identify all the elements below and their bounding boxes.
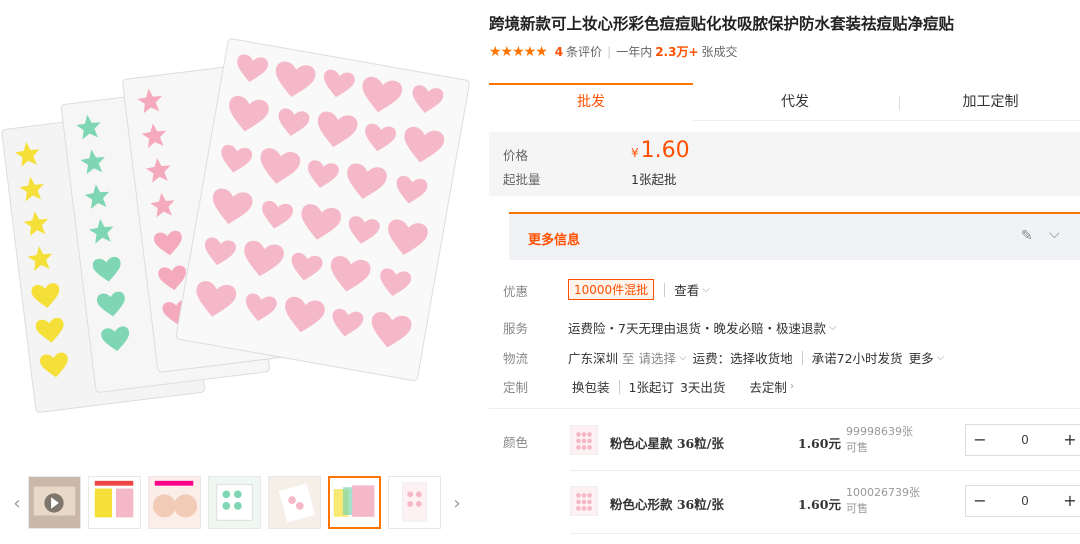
section-divider	[489, 408, 1080, 409]
period-label: 一年内	[616, 45, 653, 59]
tab-divider	[899, 96, 900, 110]
variant-stock-count: 100026739张	[846, 486, 920, 499]
chevron-down-icon[interactable]: ⌵	[702, 284, 710, 295]
thumbnail-3[interactable]	[148, 476, 201, 529]
promo-row: 10000件混批 查看 ⌵	[568, 279, 710, 300]
thumbnail-video[interactable]	[28, 476, 81, 529]
quantity-stepper: − +	[965, 485, 1080, 517]
custom-option[interactable]: 换包装	[572, 377, 610, 396]
service-label: 服务	[503, 321, 529, 336]
increment-button[interactable]: +	[1056, 425, 1080, 455]
review-count[interactable]: 4	[555, 45, 563, 59]
to-label: 至	[622, 351, 635, 366]
chevron-right-icon[interactable]: ›	[790, 381, 794, 392]
rating-divider: |	[607, 44, 612, 59]
custom-lead-time: 3天出货	[679, 380, 726, 395]
variant-stock: 99998639张 可售	[846, 424, 913, 456]
review-label[interactable]: 条评价	[566, 43, 602, 60]
rating-row: ★★★★★ 4 条评价 | 一年内 2.3万+ 张成交	[489, 43, 738, 60]
min-order-value: 1张起批	[631, 172, 677, 187]
thumbnail-strip: ‹ ›	[10, 476, 470, 532]
variant-stock-count: 99998639张	[846, 425, 913, 438]
variant-row: 粉色心形款 36粒/张 1.60元 100026739张可售 − +	[570, 481, 1080, 523]
deal-label: 张成交	[701, 45, 738, 59]
chevron-down-icon[interactable]: ⌵	[829, 322, 837, 333]
service-text: 运费险・7天无理由退货・晚发必赔・极速退款	[568, 321, 826, 336]
ship-from: 广东深圳	[568, 351, 619, 366]
variant-thumb-icon	[576, 493, 592, 511]
quantity-input[interactable]	[1002, 425, 1048, 455]
thumbnail-4[interactable]	[208, 476, 261, 529]
logistics-row: 广东深圳 至 请选择 ⌵ 运费：选择收货地 承诺72小时发货 更多 ⌵	[568, 348, 944, 367]
decrement-button[interactable]: −	[966, 486, 994, 516]
custom-row: 换包装 1张起订 3天出货 去定制 ›	[572, 377, 794, 396]
decrement-button[interactable]: −	[966, 425, 994, 455]
freight-text: 运费：选择收货地	[692, 351, 793, 366]
variant-stock: 100026739张 可售	[846, 485, 920, 517]
tab-custom-processing[interactable]: 加工定制	[901, 83, 1080, 121]
logistics-divider	[801, 350, 803, 365]
variant-name: 粉色心星款 36粒/张	[610, 436, 724, 451]
variant-stock-label: 可售	[846, 502, 868, 515]
tab-wholesale[interactable]: 批发	[489, 83, 693, 121]
custom-label: 定制	[503, 380, 529, 395]
promo-label: 优惠	[503, 284, 529, 299]
quantity-stepper: − +	[965, 424, 1080, 456]
thumb-prev-arrow-icon[interactable]: ‹	[10, 492, 24, 516]
promo-view-link[interactable]: 查看	[674, 280, 699, 299]
custom-min-order: 1张起订	[628, 380, 674, 395]
quantity-input[interactable]	[1002, 486, 1048, 516]
rating-stars-icon: ★★★★★	[489, 43, 548, 60]
service-row[interactable]: 运费险・7天无理由退货・晚发必赔・极速退款 ⌵	[568, 318, 837, 337]
logistics-more-link[interactable]: 更多	[909, 348, 934, 367]
pink-heart-sheet	[175, 38, 470, 382]
variant-thumbnail[interactable]	[570, 425, 598, 455]
thumbnail-7[interactable]	[388, 476, 441, 529]
price-label: 价格	[503, 148, 529, 163]
variant-divider	[570, 470, 1080, 471]
variant-stock-label: 可售	[846, 441, 868, 454]
go-customize-link[interactable]: 去定制	[749, 377, 787, 396]
color-label: 颜色	[503, 435, 529, 450]
chevron-down-icon[interactable]: ⌵	[937, 352, 945, 363]
variant-name: 粉色心形款 36粒/张	[610, 497, 724, 512]
variant-divider	[570, 533, 1080, 534]
price-amount: 1.60	[640, 138, 690, 163]
chevron-down-icon[interactable]: ⌵	[1049, 226, 1060, 242]
min-order-label: 起批量	[503, 172, 541, 187]
price-value: ¥1.60	[631, 138, 690, 163]
thumbnail-2[interactable]	[88, 476, 141, 529]
destination-select[interactable]: 请选择	[639, 348, 677, 367]
increment-button[interactable]: +	[1056, 486, 1080, 516]
custom-divider	[618, 379, 620, 394]
product-title: 跨境新款可上妆心形彩色痘痘贴化妆吸脓保护防水套装祛痘贴净痘贴	[489, 14, 955, 33]
ship-promise: 承诺72小时发货	[811, 351, 903, 366]
edit-pencil-icon[interactable]: ✎	[1021, 228, 1033, 244]
more-info-bar[interactable]: 更多信息 ✎ ⌵	[509, 212, 1080, 260]
thumb-next-arrow-icon[interactable]: ›	[450, 492, 464, 516]
logistics-label: 物流	[503, 351, 529, 366]
variant-thumb-icon	[576, 432, 592, 450]
thumbnail-6-selected[interactable]	[328, 476, 381, 529]
more-info-label: 更多信息	[528, 233, 581, 248]
sticker-sheets-illustration	[1, 38, 470, 413]
variant-row: 粉色心星款 36粒/张 1.60元 99998639张可售 − +	[570, 420, 1080, 462]
price-box: 价格 ¥1.60 起批量 1张起批	[489, 132, 1080, 196]
main-product-image[interactable]	[0, 0, 470, 470]
thumbnail-5[interactable]	[268, 476, 321, 529]
deal-count: 2.3万+	[655, 45, 699, 59]
promo-divider	[664, 282, 666, 297]
tab-dropship[interactable]: 代发	[693, 83, 897, 121]
promo-tag[interactable]: 10000件混批	[568, 279, 655, 300]
video-thumb-icon	[29, 477, 80, 528]
variant-thumbnail[interactable]	[570, 486, 598, 516]
variant-price: 1.60元	[798, 497, 841, 512]
chevron-down-icon[interactable]: ⌵	[679, 352, 687, 363]
variant-price: 1.60元	[798, 436, 841, 451]
purchase-mode-tabs: 批发 代发 加工定制	[489, 83, 1080, 121]
currency-symbol: ¥	[631, 146, 639, 160]
